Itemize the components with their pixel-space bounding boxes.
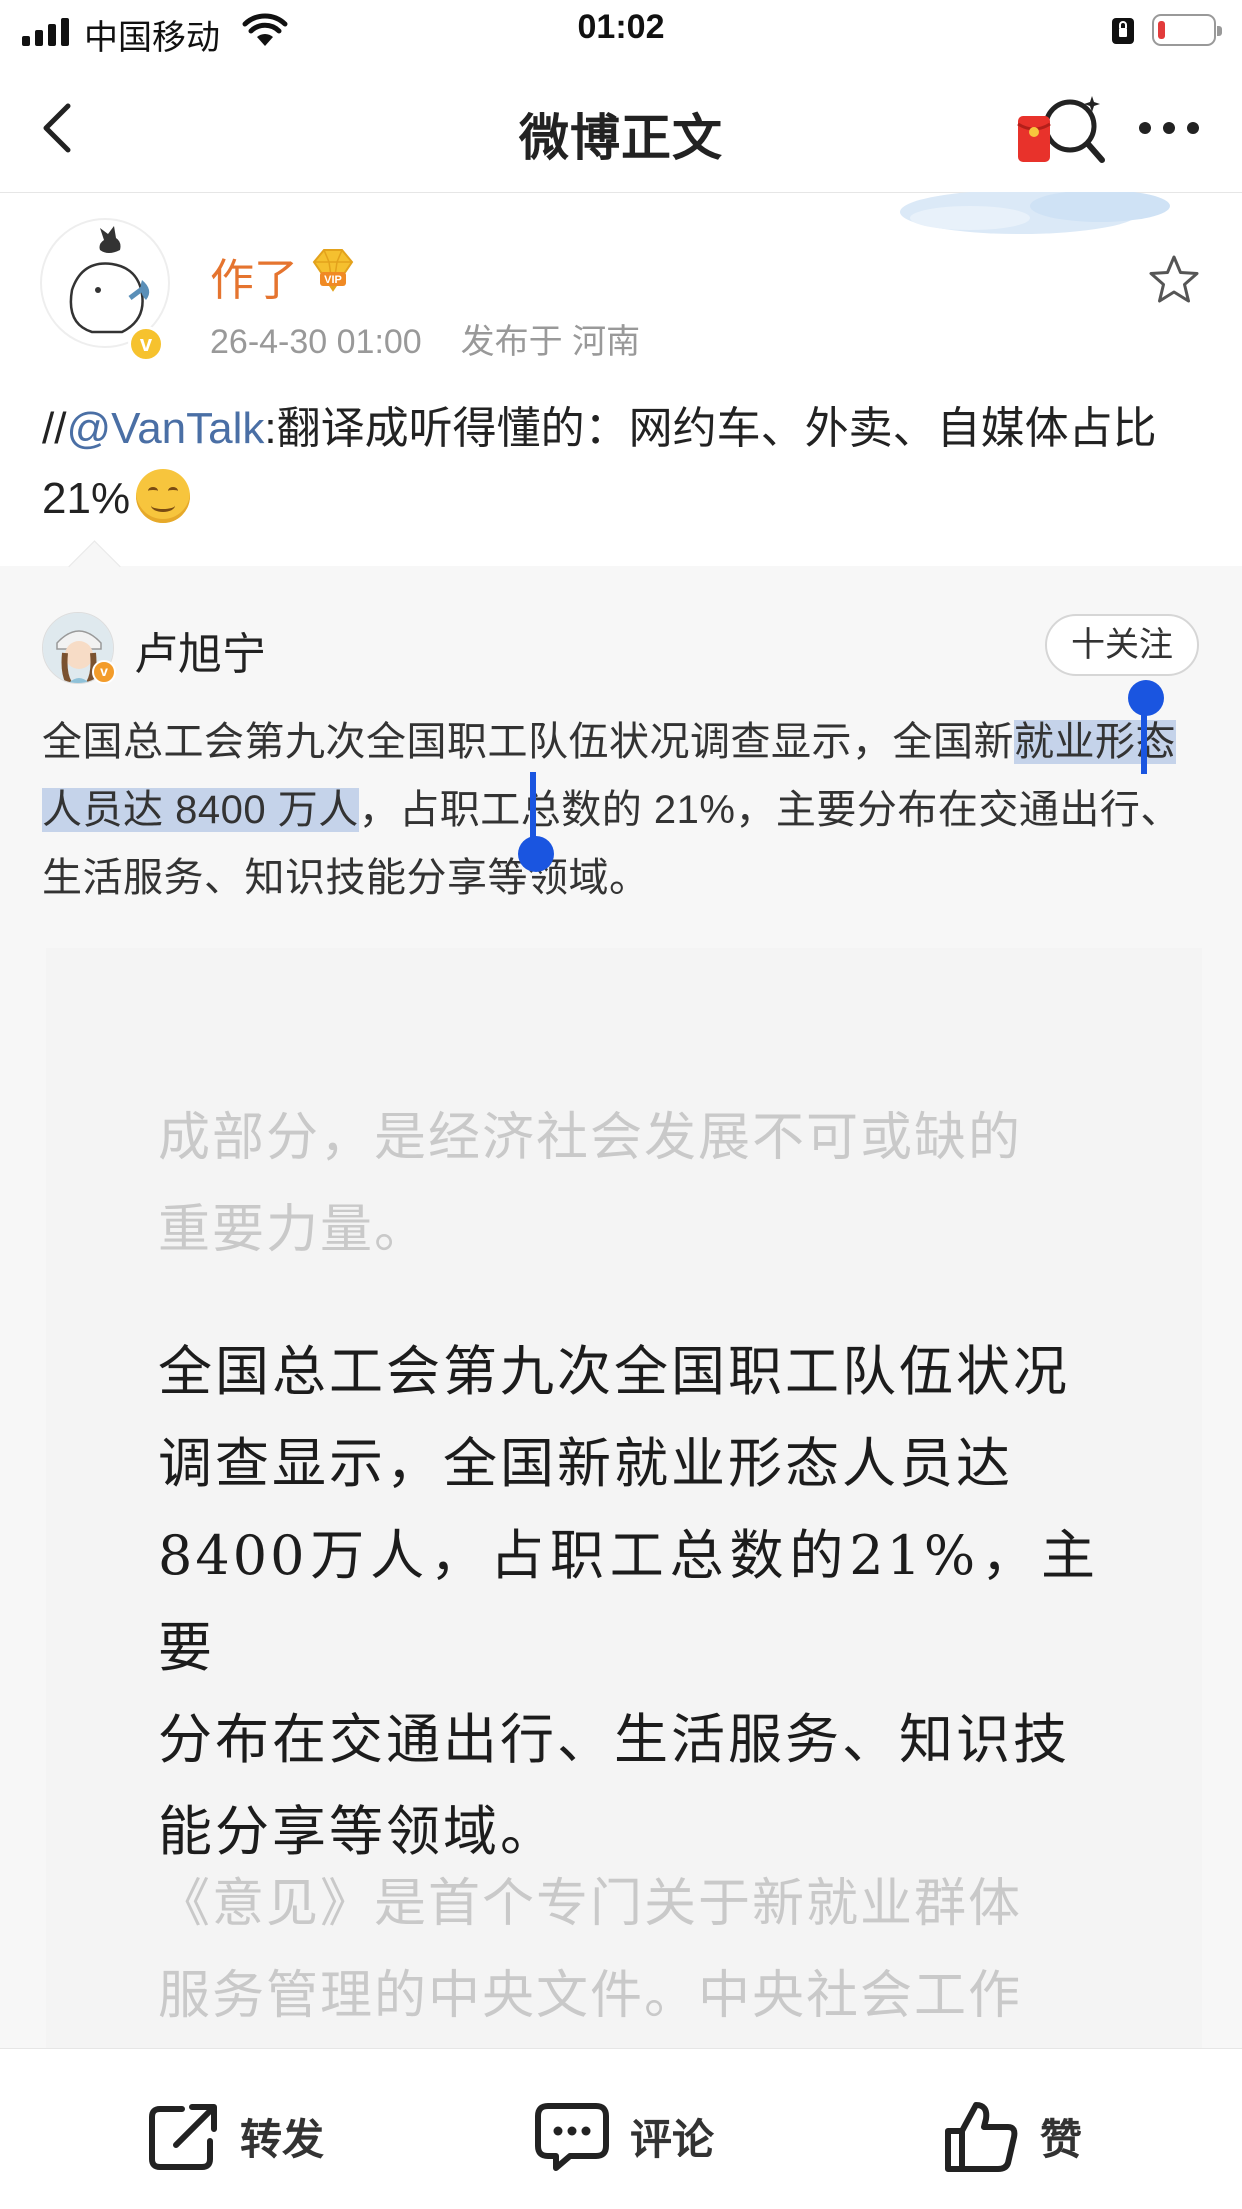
clock: 01:02 [577,8,665,46]
bottom-toolbar: 转发 评论 赞 [0,2048,1242,2209]
smile-emoji-icon [136,469,191,523]
embed-faded-line: 成部分，是经济社会发展不可或缺的 [158,1108,1023,1168]
repost-author-name[interactable]: 卢旭宁 [134,618,266,682]
orientation-lock-icon [1112,18,1134,44]
embed-main-line: 调查显示，全国新就业形态人员达 [158,1432,1013,1495]
repost-button[interactable]: 转发 [146,2101,324,2171]
like-button[interactable]: 赞 [944,2101,1083,2172]
post-location: 发布于 河南 [460,323,641,361]
red-packet-search-icon[interactable] [1010,90,1110,170]
verified-badge-icon: v [92,660,116,684]
selection-caret-end [530,772,536,840]
repost-label: 转发 [240,2115,325,2163]
selection-caret-start [1141,706,1147,774]
speech-bubble-icon [535,2103,609,2171]
like-label: 赞 [1040,2115,1083,2163]
selection-handle-start[interactable] [1128,680,1164,716]
post-text-prefix: // [42,404,67,453]
post-username[interactable]: 作了 [210,244,298,308]
star-icon[interactable] [1146,252,1202,308]
share-arrow-icon [149,2104,217,2170]
status-bar: 中国移动 01:02 [0,0,1242,62]
embed-main-line: 分布在交通出行、生活服务、知识技 [158,1708,1070,1771]
embed-main-line: 8400万人，占职工总数的21%，主要 [158,1524,1098,1679]
embed-faded-line: 《意见》是首个专门关于新就业群体 [158,1874,1023,1934]
vip-diamond-icon[interactable]: VIP [308,246,358,294]
svg-text:VIP: VIP [324,274,342,286]
embedded-image[interactable]: 成部分，是经济社会发展不可或缺的 重要力量。 全国总工会第九次全国职工队伍状况 … [46,948,1202,2048]
embed-main-text: 全国总工会第九次全国职工队伍状况 调查显示，全国新就业形态人员达 8400万人，… [158,1326,1098,1878]
embed-main-line: 全国总工会第九次全国职工队伍状况 [158,1340,1070,1403]
follow-button[interactable]: 十关注 [1045,614,1199,676]
more-dots-icon[interactable] [1134,100,1204,156]
mention-link[interactable]: @VanTalk [66,404,264,453]
comment-label: 评论 [630,2115,715,2163]
post-text: //@VanTalk:翻译成听得懂的：网约车、外卖、自媒体占比 21% [42,394,1202,534]
embed-faded-line: 重要力量。 [158,1200,429,1260]
battery-icon [1152,14,1222,46]
post-meta: 26-4-30 01:00 发布于 河南 [210,314,640,363]
comment-button[interactable]: 评论 [534,2101,714,2171]
selection-handle-end[interactable] [518,836,554,872]
post-timestamp: 26-4-30 01:00 [210,323,422,361]
nav-bar: 微博正文 [0,62,1242,193]
repost-text[interactable]: 全国总工会第九次全国职工队伍状况调查显示，全国新就业形态人员达 8400 万人，… [42,708,1202,912]
repost-text-before: 全国总工会第九次全国职工队伍状况调查显示，全国新 [42,720,1014,764]
cloud-decoration [900,192,1170,234]
embed-faded-line: 服务管理的中央文件。中央社会工作 [158,1966,1023,2026]
verified-badge-icon: v [128,326,164,362]
thumbs-up-icon [945,2102,1018,2172]
